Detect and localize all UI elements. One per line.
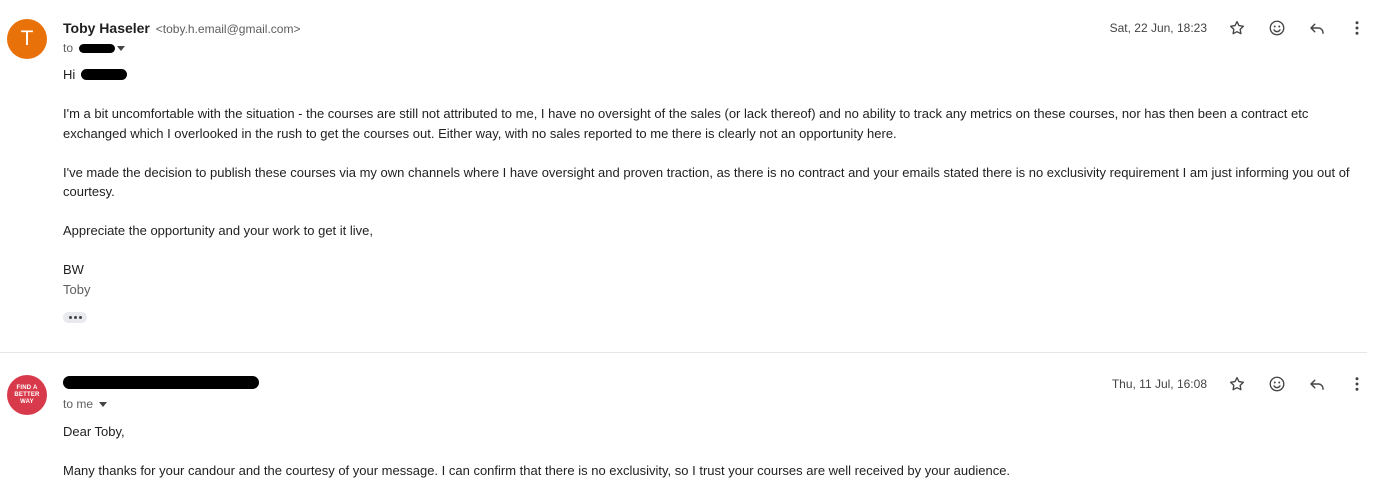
- reply-icon: [1310, 23, 1324, 34]
- message-body: Hi I'm a bit uncomfortable with the situ…: [63, 65, 1358, 299]
- body-paragraph: Many thanks for your candour and the cou…: [63, 463, 1011, 478]
- emoji-icon: [1269, 20, 1285, 36]
- greeting-line: Hi: [63, 65, 1358, 85]
- greeting-line: Dear Toby,: [63, 424, 125, 439]
- sender-email: <toby.h.email@gmail.com>: [155, 22, 301, 36]
- sender-line: Toby Haseler <toby.h.email@gmail.com>: [63, 20, 300, 36]
- recipient-line[interactable]: to: [63, 41, 126, 55]
- email-message-1: T Toby Haseler <toby.h.email@gmail.com> …: [0, 0, 1380, 350]
- body-paragraph: Appreciate the opportunity and your work…: [63, 223, 374, 238]
- more-vert-icon: [1355, 21, 1359, 35]
- sender-name[interactable]: Toby Haseler: [63, 20, 150, 36]
- recipient-line[interactable]: to me: [63, 397, 108, 411]
- to-label: to: [63, 41, 74, 55]
- show-trimmed-content-button[interactable]: [63, 312, 87, 323]
- star-button[interactable]: [1227, 18, 1247, 38]
- signoff: BW: [63, 262, 84, 277]
- caret-down-icon[interactable]: [117, 45, 126, 51]
- reply-button[interactable]: [1307, 18, 1327, 38]
- reply-icon: [1310, 379, 1324, 390]
- add-reaction-button[interactable]: [1267, 374, 1287, 394]
- star-button[interactable]: [1227, 374, 1247, 394]
- message-body: Dear Toby, Many thanks for your candour …: [63, 422, 1358, 481]
- message-divider: [0, 352, 1367, 353]
- more-vert-icon: [1355, 377, 1359, 391]
- sender-avatar[interactable]: T: [7, 19, 47, 59]
- body-paragraph: I'm a bit uncomfortable with the situati…: [63, 106, 1309, 141]
- body-paragraph: I've made the decision to publish these …: [63, 164, 1350, 200]
- redacted-name: [80, 69, 127, 80]
- message-actions: [1227, 18, 1367, 38]
- signature: Toby: [63, 281, 91, 297]
- more-options-button[interactable]: [1347, 18, 1367, 38]
- redacted-sender[interactable]: [63, 376, 259, 389]
- dot-icon: [73, 316, 77, 319]
- email-message-2: FIND A BETTER WAY to me Thu, 11 Jul, 16:…: [0, 354, 1380, 488]
- emoji-icon: [1269, 376, 1285, 392]
- dot-icon: [68, 316, 72, 319]
- star-icon: [1229, 376, 1245, 391]
- add-reaction-button[interactable]: [1267, 18, 1287, 38]
- message-date: Thu, 11 Jul, 16:08: [1111, 377, 1207, 391]
- to-label: to me: [63, 397, 94, 411]
- message-actions: [1227, 374, 1367, 394]
- redacted-recipient: [79, 43, 116, 53]
- dot-icon: [78, 316, 82, 319]
- caret-down-icon[interactable]: [99, 401, 108, 407]
- star-icon: [1229, 20, 1245, 35]
- more-options-button[interactable]: [1347, 374, 1367, 394]
- reply-button[interactable]: [1307, 374, 1327, 394]
- message-date: Sat, 22 Jun, 18:23: [1109, 21, 1207, 35]
- sender-avatar[interactable]: FIND A BETTER WAY: [7, 375, 47, 415]
